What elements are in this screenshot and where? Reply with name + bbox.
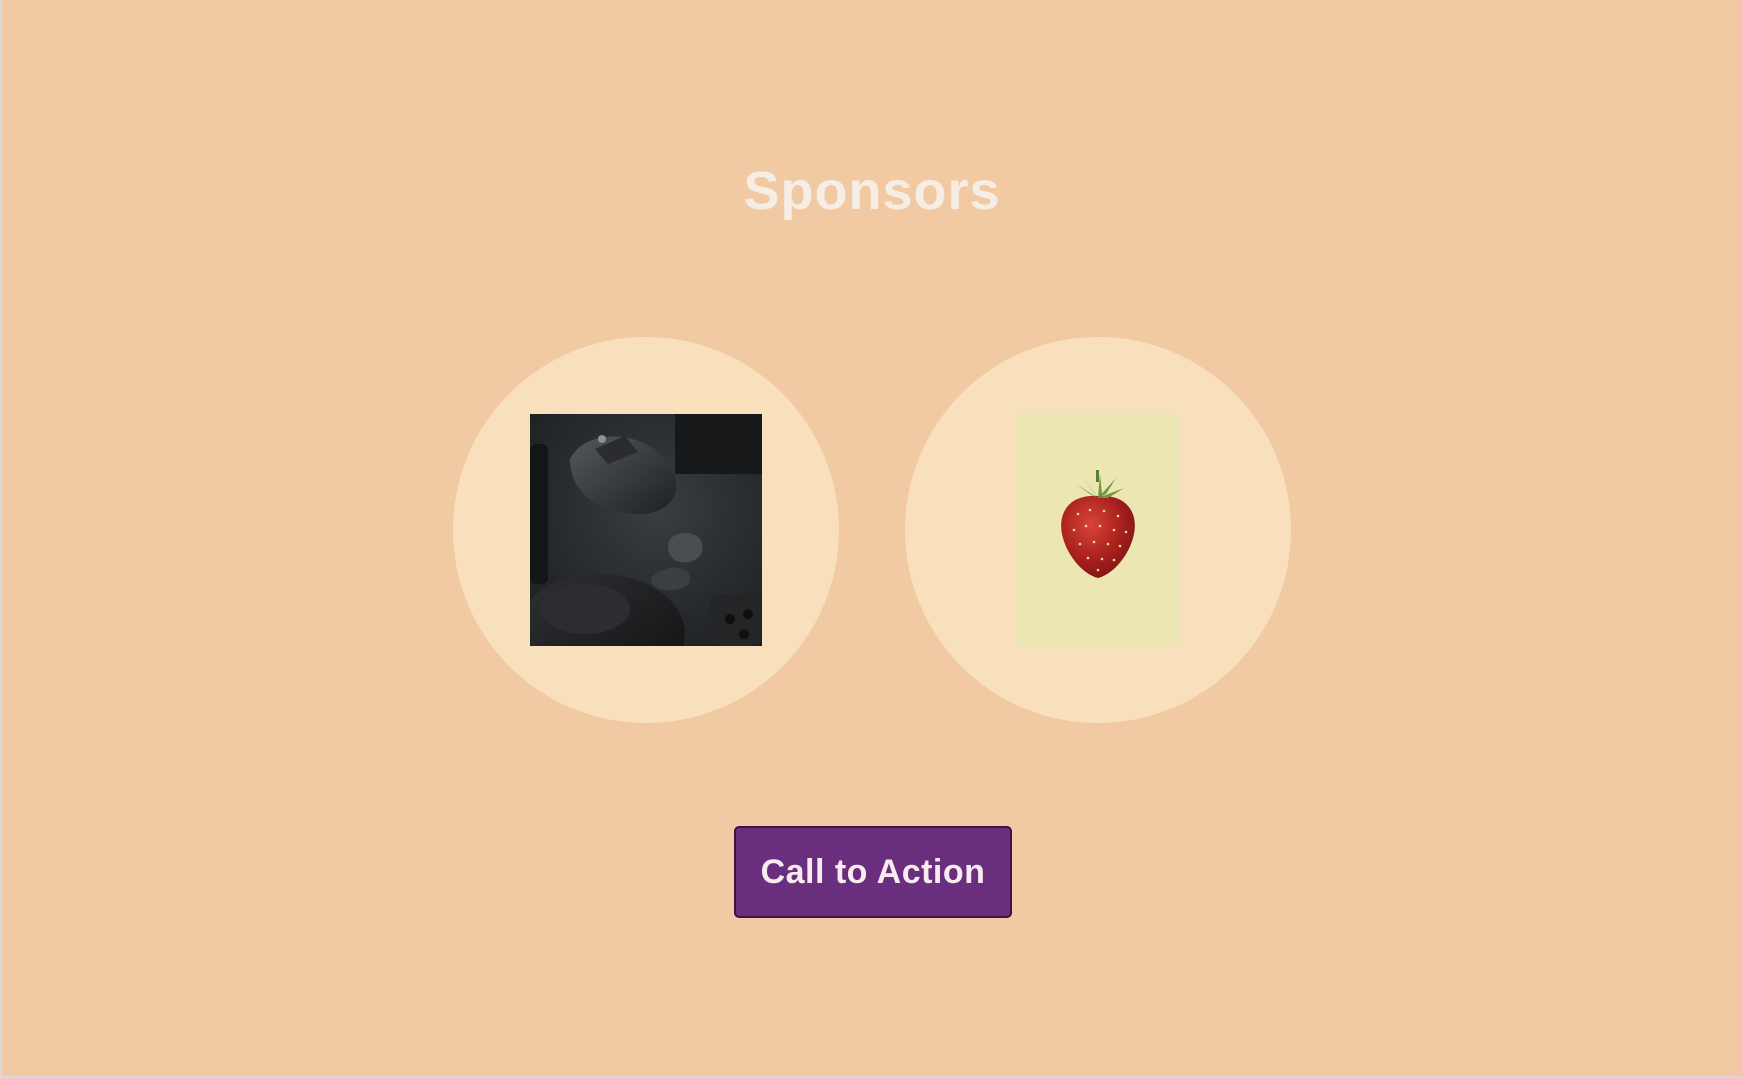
strawberry-illustration <box>1016 414 1180 646</box>
tech-accessories-illustration <box>530 414 762 646</box>
call-to-action-button[interactable]: Call to Action <box>734 826 1012 918</box>
sponsor-image-tech-accessories[interactable] <box>530 414 762 646</box>
sponsor-logo-circle-1[interactable] <box>453 337 839 723</box>
section-title: Sponsors <box>743 161 1001 221</box>
sponsors-page: Sponsors Call to Action <box>0 0 1742 1078</box>
sponsor-logo-circle-2[interactable] <box>905 337 1291 723</box>
sponsor-image-strawberry[interactable] <box>1016 414 1180 646</box>
